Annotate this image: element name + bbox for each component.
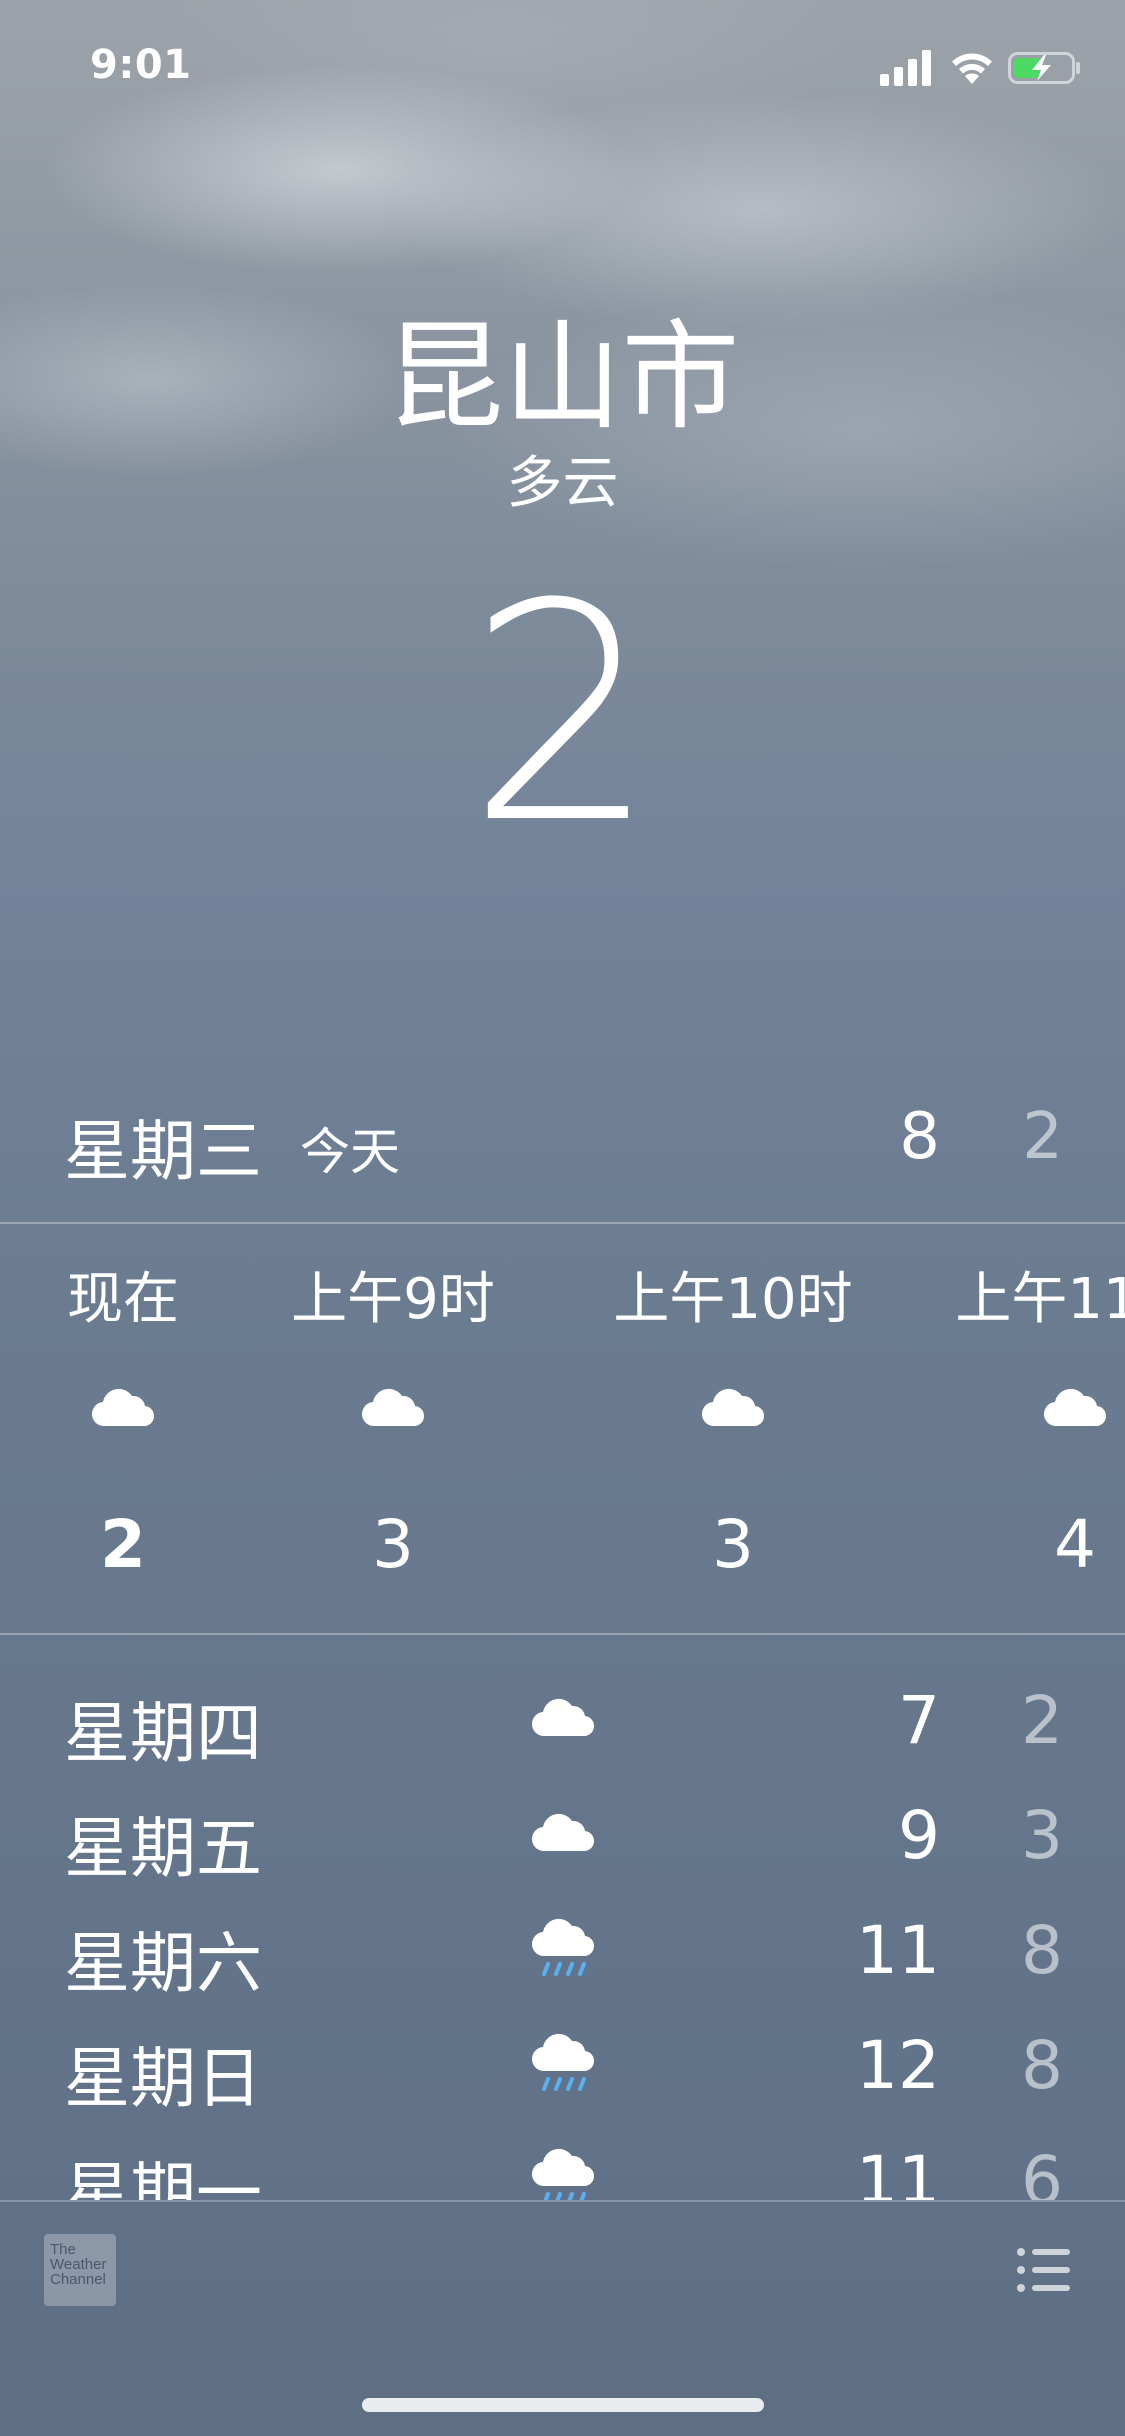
day-high-temp: 11 xyxy=(856,2142,940,2200)
day-low-temp: 3 xyxy=(1021,1797,1063,1874)
city-name: 昆山市 xyxy=(385,308,740,446)
cloud-icon xyxy=(531,1698,595,1737)
today-summary-row: 星期三 今天 8 2 xyxy=(0,1090,1125,1190)
current-temperature: 2 xyxy=(467,540,658,889)
cloud-icon xyxy=(361,1388,425,1427)
hour-temp: 3 xyxy=(712,1506,754,1583)
cloud-icon xyxy=(91,1388,155,1427)
day-name: 星期五 xyxy=(64,1810,262,1887)
day-name: 星期日 xyxy=(64,2040,262,2117)
day-high-temp: 12 xyxy=(856,2027,940,2104)
hour-label: 上午10时 xyxy=(613,1267,853,1332)
day-high-temp: 7 xyxy=(898,1682,940,1759)
weather-channel-logo[interactable]: The Weather Channel xyxy=(44,2234,116,2306)
home-indicator[interactable] xyxy=(362,2398,764,2412)
cloud-icon xyxy=(1043,1388,1107,1427)
cellular-signal-icon xyxy=(880,50,931,86)
day-low-temp: 8 xyxy=(1021,1912,1063,1989)
rain-icon xyxy=(531,2033,595,2091)
daily-row: 星期四 7 2 xyxy=(0,1660,1125,1775)
rain-icon xyxy=(531,2148,595,2200)
divider xyxy=(0,1633,1125,1635)
status-time: 9:01 xyxy=(90,42,192,88)
day-low-temp: 6 xyxy=(1021,2142,1063,2200)
day-name: 星期一 xyxy=(64,2155,262,2200)
hour-label: 现在 xyxy=(67,1267,179,1332)
cloud-icon xyxy=(701,1388,765,1427)
wifi-icon xyxy=(952,53,992,84)
hour-temp: 3 xyxy=(372,1506,414,1583)
city-list-icon[interactable] xyxy=(1016,2246,1072,2294)
battery-charging-icon xyxy=(1008,52,1080,84)
hourly-forecast[interactable]: 现在 2 上午9时 3 上午10时 3 上午11时 4 xyxy=(0,1224,1125,1634)
daily-forecast[interactable]: 星期四 7 2 星期五 9 3 星期六 11 8 星期日 12 8 星期一 11… xyxy=(0,1660,1125,2200)
day-low-temp: 8 xyxy=(1021,2027,1063,2104)
day-high-temp: 11 xyxy=(856,1912,940,1989)
today-weekday: 星期三 xyxy=(64,1113,262,1190)
weather-condition: 多云 xyxy=(506,451,619,516)
hour-temp: 4 xyxy=(1054,1506,1096,1583)
today-high-temp: 8 xyxy=(899,1100,940,1174)
hour-label: 上午11时 xyxy=(955,1267,1125,1332)
daily-row: 星期一 11 6 xyxy=(0,2120,1125,2200)
today-label: 今天 xyxy=(300,1123,400,1181)
day-name: 星期六 xyxy=(64,1925,262,2002)
day-high-temp: 9 xyxy=(898,1797,940,1874)
rain-icon xyxy=(531,1918,595,1976)
daily-row: 星期五 9 3 xyxy=(0,1775,1125,1890)
day-name: 星期四 xyxy=(64,1695,262,1772)
status-bar: 9:01 xyxy=(0,0,1125,130)
cloud-icon xyxy=(531,1813,595,1852)
hour-label: 上午9时 xyxy=(291,1267,495,1332)
daily-row: 星期六 11 8 xyxy=(0,1890,1125,2005)
daily-row: 星期日 12 8 xyxy=(0,2005,1125,2120)
today-low-temp: 2 xyxy=(1022,1100,1063,1174)
day-low-temp: 2 xyxy=(1021,1682,1063,1759)
hour-temp: 2 xyxy=(100,1506,146,1583)
